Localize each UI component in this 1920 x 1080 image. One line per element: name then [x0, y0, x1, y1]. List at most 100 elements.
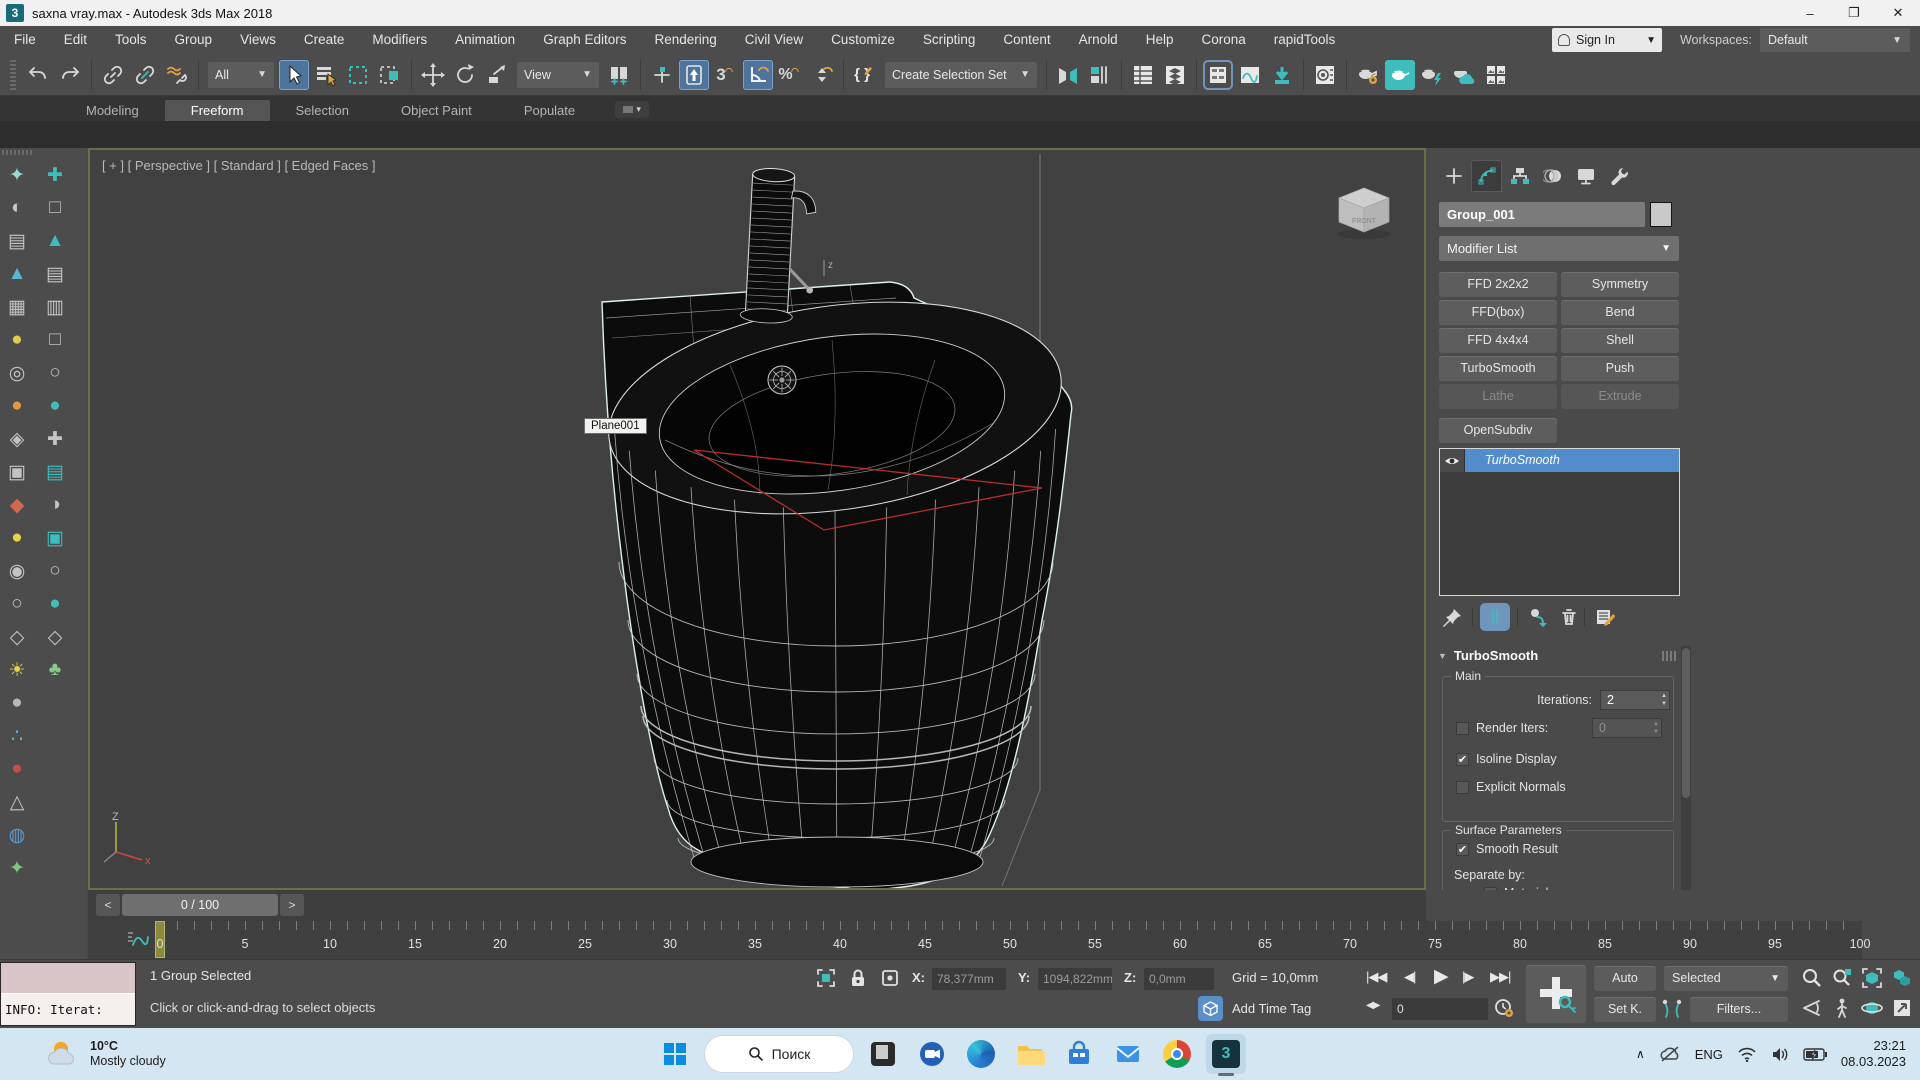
reference-coordinate-dropdown[interactable]: View▼ — [517, 62, 599, 88]
angle-snap-toggle[interactable] — [743, 60, 773, 90]
isoline-display-checkbox[interactable]: ✔ — [1456, 753, 1469, 766]
isolate-selection-icon[interactable] — [814, 966, 838, 990]
make-unique-button[interactable] — [1526, 604, 1552, 630]
toolbar-grip[interactable] — [10, 60, 16, 90]
ball-tool-icon[interactable]: ● — [2, 523, 32, 553]
snaps-use-center-button[interactable] — [647, 60, 677, 90]
current-frame-field[interactable]: 0 — [1392, 998, 1488, 1020]
select-and-move-button[interactable] — [418, 60, 448, 90]
select-by-name-button[interactable] — [311, 60, 341, 90]
create-tab[interactable] — [1438, 160, 1469, 192]
curve-editor-button[interactable] — [1235, 60, 1265, 90]
teal-box-tool-icon[interactable]: ▣ — [40, 523, 70, 553]
smooth-result-checkbox[interactable]: ✔ — [1456, 843, 1469, 856]
tray-chevron-icon[interactable]: ∧ — [1636, 1047, 1645, 1061]
teal-list-tool-icon[interactable]: ▤ — [40, 457, 70, 487]
unlink-selection-icon[interactable] — [130, 60, 160, 90]
time-slider-handle[interactable]: 0 / 100 — [122, 894, 278, 916]
stack-item-label[interactable]: TurboSmooth — [1465, 449, 1679, 472]
language-indicator[interactable]: ENG — [1695, 1047, 1723, 1062]
ribbon-tab-selection[interactable]: Selection — [270, 100, 375, 121]
modifier-button-ffd-2x2x2[interactable]: FFD 2x2x2 — [1439, 272, 1557, 297]
frame-tool-icon[interactable]: □ — [40, 325, 70, 355]
timeline-ruler[interactable]: 0510152025303540455055606570758085909510… — [160, 921, 1860, 959]
schematic-view-button[interactable] — [1267, 60, 1297, 90]
next-frame-button[interactable]: > — [280, 894, 304, 916]
iterations-field[interactable]: 2 ▲▼ — [1600, 690, 1670, 710]
display-tab[interactable] — [1570, 160, 1601, 192]
mail-icon[interactable] — [1108, 1034, 1148, 1074]
edit-named-selection-sets-button[interactable]: { } — [850, 60, 880, 90]
start-button[interactable] — [655, 1034, 695, 1074]
set-key-button[interactable]: Set K. — [1594, 997, 1656, 1022]
pin-stack-button[interactable] — [1440, 604, 1466, 630]
half-sphere-tool-icon[interactable]: ◐ — [2, 193, 32, 223]
tray-date[interactable]: 08.03.2023 — [1841, 1054, 1906, 1070]
target-tool-icon[interactable]: ◉ — [2, 556, 32, 586]
redo-button[interactable] — [55, 60, 85, 90]
modify-tab[interactable] — [1471, 160, 1502, 192]
menu-arnold[interactable]: Arnold — [1065, 26, 1132, 54]
red-sphere-tool-icon[interactable]: ● — [2, 754, 32, 784]
menu-group[interactable]: Group — [161, 26, 227, 54]
go-to-end-button[interactable]: ▶▶| — [1490, 969, 1510, 985]
motion-tab[interactable] — [1537, 160, 1568, 192]
cross-tool-icon[interactable]: ✚ — [40, 424, 70, 454]
modifier-list-dropdown[interactable]: Modifier List ▼ — [1439, 236, 1679, 261]
outline-gem-tool-icon[interactable]: ◇ — [2, 622, 32, 652]
spinner-snap-toggle[interactable] — [807, 60, 837, 90]
sun-tool-icon[interactable]: ☀ — [2, 655, 32, 685]
mirror-button[interactable] — [1053, 60, 1083, 90]
plant-tool-icon[interactable]: ✦ — [2, 853, 32, 883]
key-mode-toggle-icon[interactable] — [1660, 996, 1684, 1020]
tri-tool-icon[interactable]: △ — [2, 787, 32, 817]
3d-snap-toggle[interactable]: 3 — [711, 60, 741, 90]
add-time-tag-icon[interactable] — [1198, 996, 1223, 1021]
bind-to-space-warp-icon[interactable] — [162, 60, 192, 90]
modifier-button-ffd-4x4x4[interactable]: FFD 4x4x4 — [1439, 328, 1557, 353]
modifier-button-ffd-box-[interactable]: FFD(box) — [1439, 300, 1557, 325]
panel-tool-icon[interactable]: ▤ — [2, 226, 32, 256]
materials-checkbox[interactable] — [1484, 887, 1497, 891]
pin-dock-tool-icon[interactable]: ✚ — [40, 160, 70, 190]
spark-tool-icon[interactable]: ✦ — [2, 160, 32, 190]
hoop-tool-icon[interactable]: ○ — [40, 358, 70, 388]
render-production-button[interactable] — [1417, 60, 1447, 90]
rectangular-selection-region-button[interactable] — [343, 60, 373, 90]
half-tool-icon[interactable]: ◑ — [40, 490, 70, 520]
gem-tool-icon[interactable]: ◈ — [2, 424, 32, 454]
selection-lock-icon[interactable] — [846, 966, 870, 990]
bidet-model-wireframe[interactable]: z — [90, 150, 1424, 888]
menu-create[interactable]: Create — [290, 26, 359, 54]
named-selection-set-dropdown[interactable]: Create Selection Set▼ — [885, 62, 1037, 88]
play-button[interactable]: ▶ — [1434, 965, 1448, 988]
scene-explorer-button[interactable] — [1128, 60, 1158, 90]
explicit-normals-checkbox[interactable] — [1456, 781, 1469, 794]
listener-output-row[interactable]: INFO: Iterat: — [1, 994, 135, 1025]
render-iters-checkbox[interactable] — [1456, 722, 1469, 735]
select-and-scale-button[interactable] — [482, 60, 512, 90]
menu-file[interactable]: File — [0, 26, 50, 54]
ribbon-tab-object-paint[interactable]: Object Paint — [375, 100, 498, 121]
zoom-all-icon[interactable] — [1830, 966, 1854, 990]
utilities-tab[interactable] — [1603, 160, 1634, 192]
object-name-field[interactable]: Group_001 — [1439, 202, 1645, 227]
3ds-max-taskbar-icon[interactable]: 3 — [1206, 1034, 1246, 1074]
ribbon-tab-freeform[interactable]: Freeform — [165, 100, 270, 121]
edge-icon[interactable] — [961, 1034, 1001, 1074]
clock-tool-icon[interactable]: ● — [2, 325, 32, 355]
globe-tool-icon[interactable]: ◍ — [2, 820, 32, 850]
auto-key-button[interactable]: Auto — [1594, 966, 1656, 991]
sphere-tool-icon[interactable]: ● — [2, 688, 32, 718]
percent-snap-toggle[interactable]: % — [775, 60, 805, 90]
hierarchy-tab[interactable] — [1504, 160, 1535, 192]
menu-rapidtools[interactable]: rapidTools — [1260, 26, 1350, 54]
key-filter-dropdown[interactable]: Selected▼ — [1664, 966, 1788, 991]
diamond-tool-icon[interactable]: ◆ — [2, 490, 32, 520]
object-color-swatch[interactable] — [1650, 202, 1672, 227]
perspective-viewport[interactable]: z [ + ] [ Perspective ] [ Standard ] [ E… — [88, 148, 1426, 890]
configure-modifier-sets-button[interactable] — [1592, 604, 1618, 630]
menu-corona[interactable]: Corona — [1187, 26, 1259, 54]
window-crossing-toggle[interactable] — [375, 60, 405, 90]
render-setup-button[interactable] — [1353, 60, 1383, 90]
